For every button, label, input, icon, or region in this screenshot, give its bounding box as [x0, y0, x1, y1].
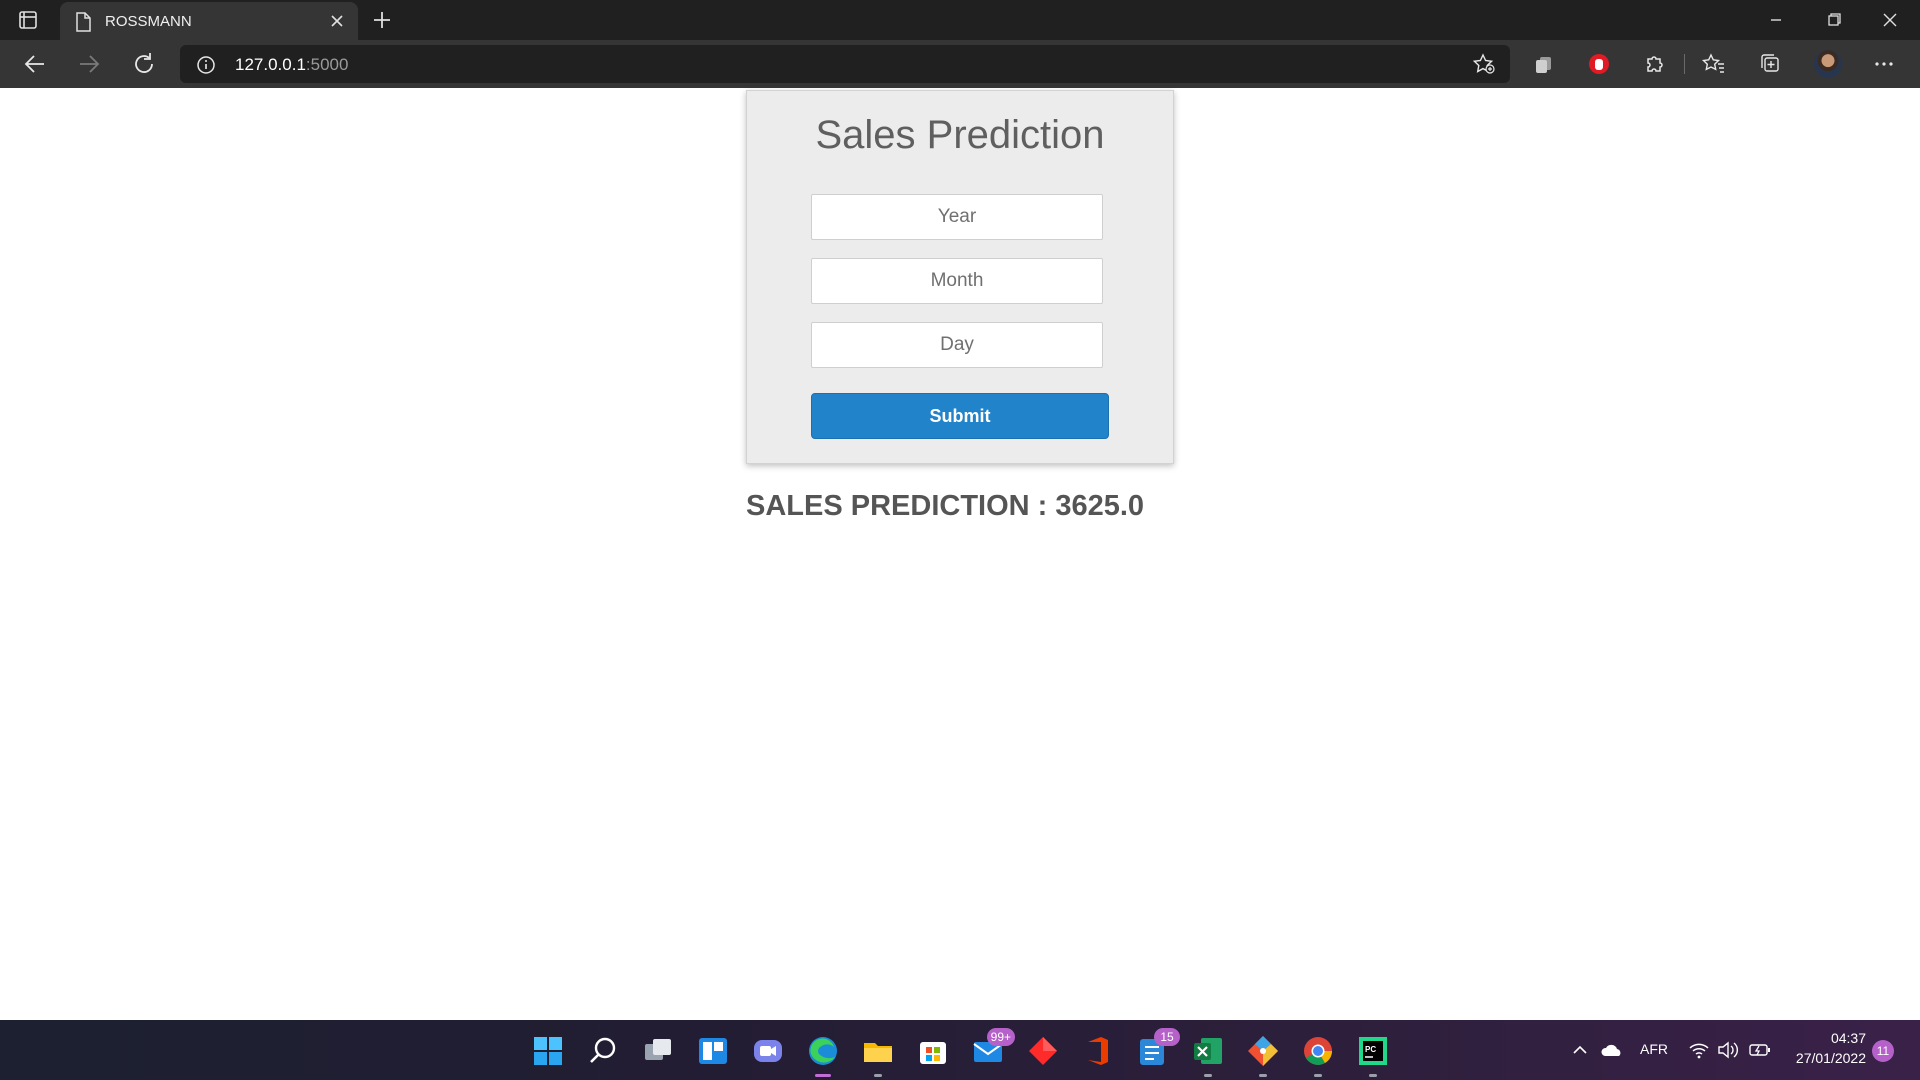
edge-icon[interactable]: [806, 1034, 840, 1077]
day-input[interactable]: [811, 322, 1103, 368]
add-favorite-icon[interactable]: [1472, 53, 1496, 80]
plus-icon[interactable]: [370, 8, 394, 32]
running-indicator: [874, 1074, 882, 1077]
running-indicator: [1314, 1074, 1322, 1077]
address-bar[interactable]: 127.0.0.1:5000: [180, 45, 1510, 83]
mail-badge: 99+: [986, 1028, 1015, 1046]
file-explorer-icon[interactable]: [861, 1034, 895, 1077]
running-indicator: [1369, 1074, 1377, 1077]
widgets-icon[interactable]: [696, 1034, 730, 1068]
office-icon[interactable]: [1081, 1034, 1115, 1068]
red-diamond-icon[interactable]: [1026, 1034, 1060, 1068]
taskbar: 99+ 15 PC AFR 04:37 27/01/2022 11: [0, 1020, 1920, 1080]
tab-actions-icon[interactable]: [14, 8, 44, 32]
collections-icon[interactable]: [1756, 50, 1784, 78]
todo-icon[interactable]: 15: [1136, 1028, 1180, 1068]
toolbar-separator: [1684, 54, 1685, 74]
excel-icon[interactable]: [1191, 1034, 1225, 1077]
avatar[interactable]: [1814, 50, 1842, 78]
clock-date[interactable]: 27/01/2022: [1790, 1050, 1866, 1066]
chat-icon[interactable]: [751, 1034, 785, 1068]
back-icon[interactable]: [20, 50, 50, 78]
title-bar: ROSSMANN: [0, 0, 1920, 40]
mail-icon[interactable]: 99+: [971, 1028, 1015, 1068]
page-icon: [74, 12, 92, 37]
url-text[interactable]: 127.0.0.1:5000: [235, 55, 348, 75]
more-icon[interactable]: [1870, 50, 1898, 78]
active-indicator: [815, 1074, 831, 1077]
store-icon[interactable]: [916, 1034, 950, 1068]
chrome-icon[interactable]: [1301, 1034, 1335, 1077]
restore-icon[interactable]: [1820, 8, 1848, 32]
info-icon[interactable]: [196, 55, 216, 80]
form-title: Sales Prediction: [815, 113, 1105, 157]
prediction-result: SALES PREDICTION : 3625.0: [746, 490, 1145, 522]
wifi-icon[interactable]: [1688, 1040, 1710, 1065]
todo-badge: 15: [1154, 1028, 1180, 1046]
favorites-icon[interactable]: [1700, 50, 1728, 78]
page-content: Sales Prediction Submit SALES PREDICTION…: [0, 88, 1920, 1020]
running-indicator: [1204, 1074, 1212, 1077]
year-input[interactable]: [811, 194, 1103, 240]
svg-text:PC: PC: [1365, 1045, 1376, 1054]
language-indicator[interactable]: AFR: [1640, 1041, 1668, 1057]
close-window-icon[interactable]: [1876, 8, 1904, 32]
search-icon[interactable]: [586, 1034, 620, 1068]
browser-toolbar: 127.0.0.1:5000: [0, 40, 1920, 88]
pycharm-icon[interactable]: PC: [1356, 1034, 1390, 1077]
task-view-icon[interactable]: [641, 1034, 675, 1068]
prediction-form-card: Sales Prediction Submit: [746, 90, 1174, 464]
url-host: 127.0.0.1: [235, 55, 306, 74]
close-icon[interactable]: [328, 12, 346, 30]
volume-icon[interactable]: [1716, 1040, 1740, 1065]
windows-start-icon[interactable]: [531, 1034, 565, 1068]
browser-tab[interactable]: ROSSMANN: [60, 2, 358, 40]
forward-icon[interactable]: [74, 50, 104, 78]
onedrive-icon[interactable]: [1600, 1040, 1624, 1065]
battery-icon[interactable]: [1748, 1040, 1772, 1065]
url-port: :5000: [305, 55, 349, 74]
git-icon[interactable]: [1246, 1034, 1280, 1077]
submit-button[interactable]: Submit: [811, 393, 1109, 439]
adblock-extension-icon[interactable]: [1585, 50, 1613, 78]
copy-extension-icon[interactable]: [1530, 50, 1558, 78]
extensions-icon[interactable]: [1640, 50, 1668, 78]
clock-time[interactable]: 04:37: [1830, 1030, 1866, 1046]
notification-badge[interactable]: 11: [1872, 1040, 1894, 1062]
month-input[interactable]: [811, 258, 1103, 304]
running-indicator: [1259, 1074, 1267, 1077]
minimize-icon[interactable]: [1762, 8, 1790, 32]
chevron-up-icon[interactable]: [1570, 1040, 1590, 1065]
refresh-icon[interactable]: [130, 50, 160, 78]
tab-title: ROSSMANN: [105, 13, 192, 30]
